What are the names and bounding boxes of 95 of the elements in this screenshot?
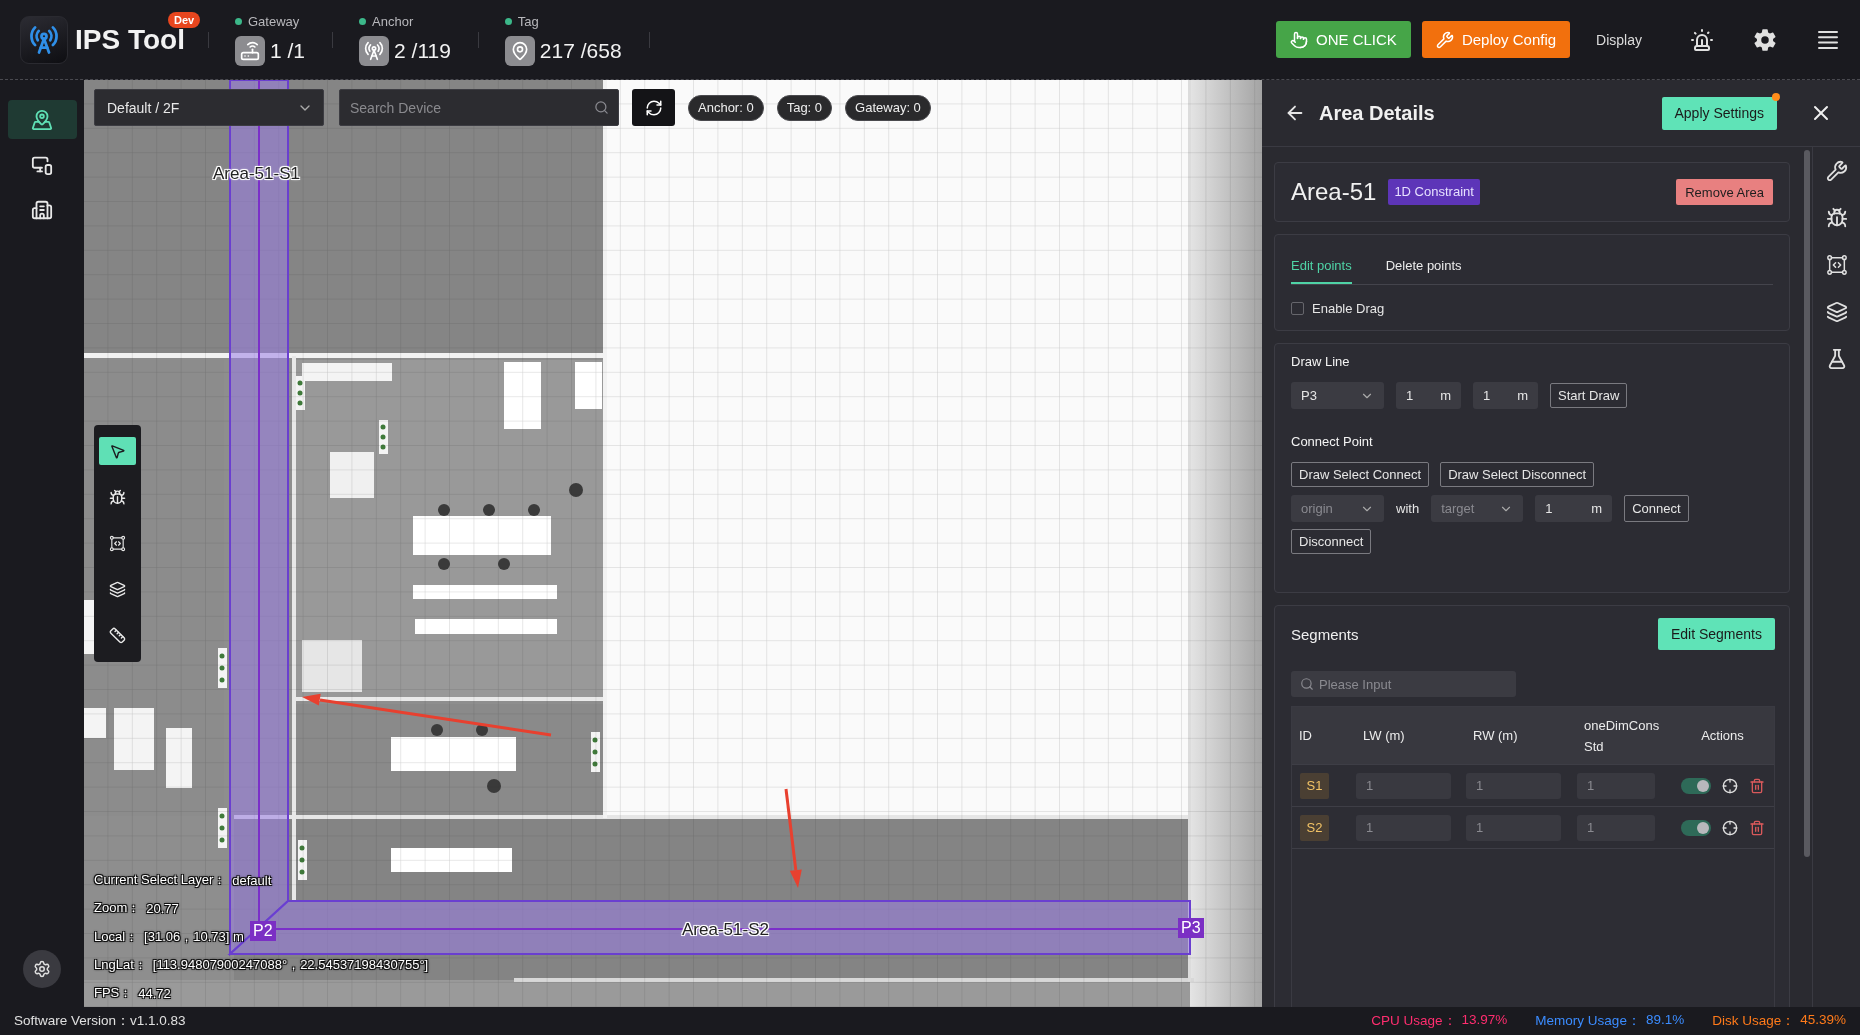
info-label: FPS： <box>94 984 133 1003</box>
refresh-button[interactable] <box>632 89 675 126</box>
software-version: Software Version：v1.1.0.83 <box>14 1012 186 1030</box>
unit-label: m <box>1517 387 1528 405</box>
pin-icon <box>504 35 535 66</box>
hand-icon <box>1290 30 1308 49</box>
stat-value: 1 /1 <box>270 38 306 63</box>
info-value: 20.77 <box>146 900 179 916</box>
display-button[interactable]: Display <box>1596 31 1642 48</box>
apply-settings-button[interactable]: Apply Settings <box>1661 96 1777 130</box>
crosshair-icon[interactable] <box>1721 777 1738 794</box>
building-icon[interactable] <box>31 198 53 221</box>
tab[interactable]: Edit points <box>1291 248 1352 284</box>
refresh-icon <box>644 98 663 117</box>
checkbox[interactable] <box>1291 301 1304 315</box>
stat-value: 2 /119 <box>394 38 451 63</box>
floor-select[interactable]: Default / 2F <box>94 89 324 126</box>
metric-value: 45.39% <box>1800 1012 1846 1029</box>
panel-title: Area Details <box>1319 101 1435 125</box>
area-label: Area-51-S1 <box>212 164 301 184</box>
map-tool[interactable] <box>99 437 136 465</box>
disconnect-button[interactable]: Disconnect <box>1291 529 1372 554</box>
stat-label: Tag <box>517 14 539 29</box>
stat-label: Anchor <box>372 14 414 29</box>
checkbox-label: Enable Drag <box>1312 300 1385 316</box>
constraint-tag: 1D Constraint <box>1388 179 1480 205</box>
search-icon <box>1300 677 1314 691</box>
frame-icon[interactable] <box>109 534 126 552</box>
point-select[interactable]: P3 <box>1291 382 1384 409</box>
edit-segments-button[interactable]: Edit Segments <box>1657 618 1775 650</box>
wrench-icon[interactable] <box>1825 160 1848 182</box>
search-icon <box>594 100 609 115</box>
metric-label: Memory Usage： <box>1535 1012 1641 1030</box>
draw-select-button[interactable]: Draw Select Disconnect <box>1440 462 1595 487</box>
point-marker[interactable]: P2 <box>250 921 276 941</box>
area-name: Area-51 <box>1291 178 1377 206</box>
antenna-icon <box>359 35 390 66</box>
section-title: Segments <box>1291 625 1359 643</box>
sidebar-item[interactable] <box>7 100 77 139</box>
connect-button[interactable]: Connect <box>1624 495 1689 522</box>
with-label: with <box>1396 501 1420 516</box>
section-title: Connect Point <box>1291 433 1374 451</box>
point-marker[interactable]: P3 <box>1178 918 1204 938</box>
info-label: Current Select Layer： <box>94 871 227 890</box>
settings-button[interactable] <box>23 950 61 988</box>
info-value: 44.72 <box>138 985 171 1001</box>
column-header: ID <box>1298 727 1313 745</box>
layers-icon[interactable] <box>109 580 126 598</box>
column-header: oneDimCons Std <box>1583 716 1661 756</box>
router-icon <box>235 35 265 66</box>
ruler-icon[interactable] <box>109 626 126 644</box>
column-header: RW (m) <box>1472 727 1519 745</box>
info-value: [31.06，10.73] m <box>144 927 244 946</box>
wrench-icon <box>1435 30 1454 49</box>
info-label: LngLat： <box>94 956 147 975</box>
search-field[interactable]: Please Input <box>1291 671 1516 697</box>
info-label: Zoom： <box>94 899 141 918</box>
section-title: Draw Line <box>1291 353 1351 371</box>
stat-value: 217 /658 <box>539 38 622 63</box>
tab[interactable]: Delete points <box>1385 248 1462 284</box>
metric-label: CPU Usage： <box>1371 1012 1457 1030</box>
map-pin-icon[interactable] <box>31 108 53 131</box>
unit-label: m <box>1591 500 1603 518</box>
segment-id: S2 <box>1300 814 1329 841</box>
cursor-icon[interactable] <box>109 442 126 460</box>
info-label: Local： <box>94 927 139 946</box>
toggle-switch[interactable] <box>1680 819 1711 836</box>
frame-icon[interactable] <box>1825 254 1848 276</box>
segment-id: S1 <box>1300 772 1329 799</box>
toggle-switch[interactable] <box>1680 777 1711 794</box>
draw-select-button[interactable]: Draw Select Connect <box>1291 462 1430 487</box>
unit-label: m <box>1440 387 1451 405</box>
column-header: LW (m) <box>1362 727 1406 745</box>
search-field[interactable]: Search Device <box>339 89 619 126</box>
stat-label: Gateway <box>248 14 300 29</box>
info-value: [113.94807900247088°，22.54537198430755°] <box>152 956 429 975</box>
logo-icon <box>20 15 68 64</box>
metric-value: 89.1% <box>1645 1012 1685 1029</box>
siren-icon[interactable] <box>1690 27 1714 52</box>
settings-icon <box>33 960 51 978</box>
area-label: Area-51-S2 <box>681 920 770 940</box>
bug-icon[interactable] <box>109 488 126 506</box>
start-draw-button[interactable]: Start Draw <box>1550 383 1628 408</box>
bug-icon[interactable] <box>1825 207 1848 229</box>
remove-area-button[interactable]: Remove Area <box>1676 179 1773 205</box>
crosshair-icon[interactable] <box>1721 819 1738 836</box>
trash-icon[interactable] <box>1748 777 1765 794</box>
metric-label: Disk Usage： <box>1712 1012 1796 1030</box>
settings-icon[interactable] <box>1753 27 1777 52</box>
trash-icon[interactable] <box>1748 819 1765 836</box>
dev-badge: Dev <box>168 11 201 28</box>
scrollbar-thumb[interactable] <box>1804 150 1810 857</box>
metric-value: 13.97% <box>1461 1012 1508 1029</box>
layers-icon[interactable] <box>1825 301 1848 323</box>
column-header: Actions <box>1700 727 1745 745</box>
